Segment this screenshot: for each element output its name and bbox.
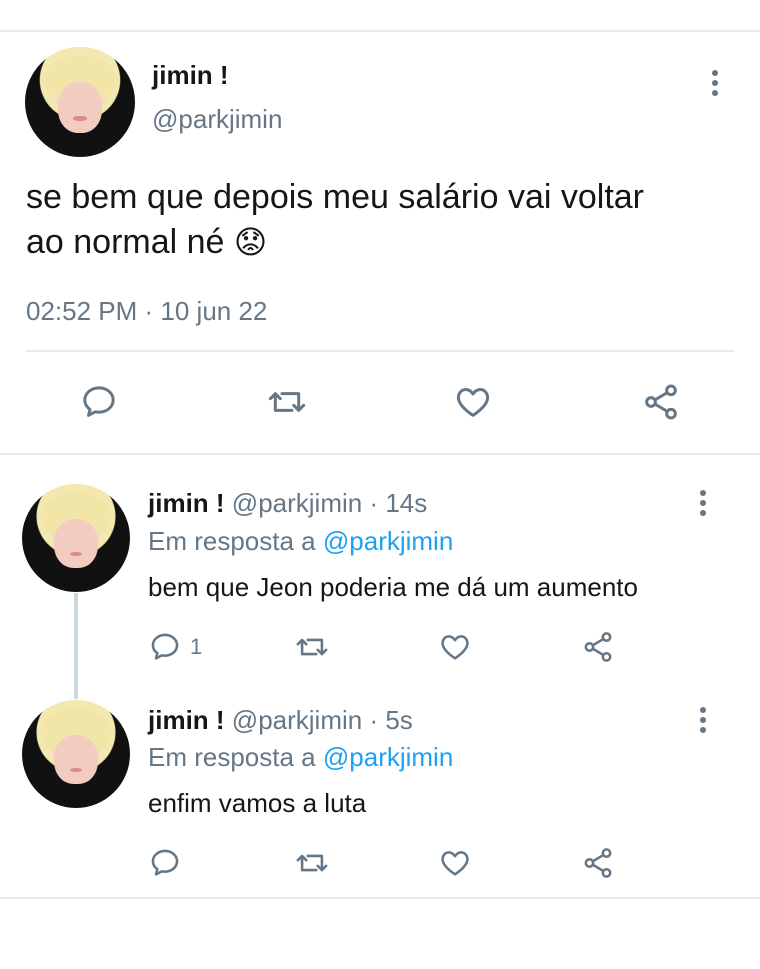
- share-icon[interactable]: [580, 846, 616, 880]
- like-icon[interactable]: [437, 630, 473, 664]
- reply-icon[interactable]: [148, 630, 182, 664]
- reply-icon[interactable]: [79, 382, 119, 422]
- retweet-icon[interactable]: [293, 846, 331, 880]
- thread-connector: [74, 593, 78, 699]
- avatar[interactable]: [22, 700, 130, 808]
- reply-count: 1: [190, 634, 203, 659]
- reply-time: · 5s: [369, 705, 413, 735]
- share-icon[interactable]: [640, 382, 682, 422]
- more-options-icon[interactable]: [699, 490, 707, 520]
- reply-prefix: Em resposta a: [148, 742, 316, 772]
- reply-to-link[interactable]: @parkjimin: [323, 742, 453, 772]
- reply-context: Em resposta a @parkjimin: [148, 742, 453, 773]
- reply-to-link[interactable]: @parkjimin: [323, 526, 453, 556]
- reply-context: Em resposta a @parkjimin: [148, 526, 453, 557]
- reply-icon[interactable]: [148, 846, 182, 880]
- more-options-icon[interactable]: [699, 707, 707, 737]
- author-handle[interactable]: @parkjimin: [232, 705, 362, 735]
- reply-time: · 14s: [369, 488, 428, 518]
- tweet-text-line-2-text: ao normal né: [26, 223, 225, 261]
- share-icon[interactable]: [580, 630, 616, 664]
- reply-text: enfim vamos a luta: [148, 788, 367, 818]
- author-handle[interactable]: @parkjimin: [152, 104, 282, 135]
- author-name[interactable]: jimin !: [152, 60, 229, 91]
- author-name[interactable]: jimin !: [148, 705, 225, 735]
- avatar[interactable]: [25, 47, 135, 157]
- avatar[interactable]: [22, 484, 130, 592]
- like-icon[interactable]: [437, 846, 473, 880]
- reply-prefix: Em resposta a: [148, 526, 316, 556]
- retweet-icon[interactable]: [265, 382, 309, 422]
- author-name[interactable]: jimin !: [148, 488, 225, 518]
- reply-header: jimin ! @parkjimin · 5s: [148, 705, 413, 736]
- reply-text: bem que Jeon poderia me dá um aumento: [148, 572, 638, 602]
- tweet-divider: [0, 453, 760, 455]
- author-handle[interactable]: @parkjimin: [232, 488, 362, 518]
- tweet-text-line-2: ao normal né 😟: [26, 223, 267, 262]
- top-divider: [0, 30, 760, 32]
- more-options-icon[interactable]: [711, 70, 719, 100]
- like-icon[interactable]: [452, 382, 494, 422]
- action-divider: [26, 350, 734, 352]
- tweet-text-line-1: se bem que depois meu salário vai voltar: [26, 178, 644, 216]
- tweet-timestamp: 02:52 PM · 10 jun 22: [26, 296, 268, 326]
- bottom-divider: [0, 897, 760, 899]
- worried-face-emoji: 😟: [233, 224, 268, 260]
- retweet-icon[interactable]: [293, 630, 331, 664]
- reply-header: jimin ! @parkjimin · 14s: [148, 488, 427, 519]
